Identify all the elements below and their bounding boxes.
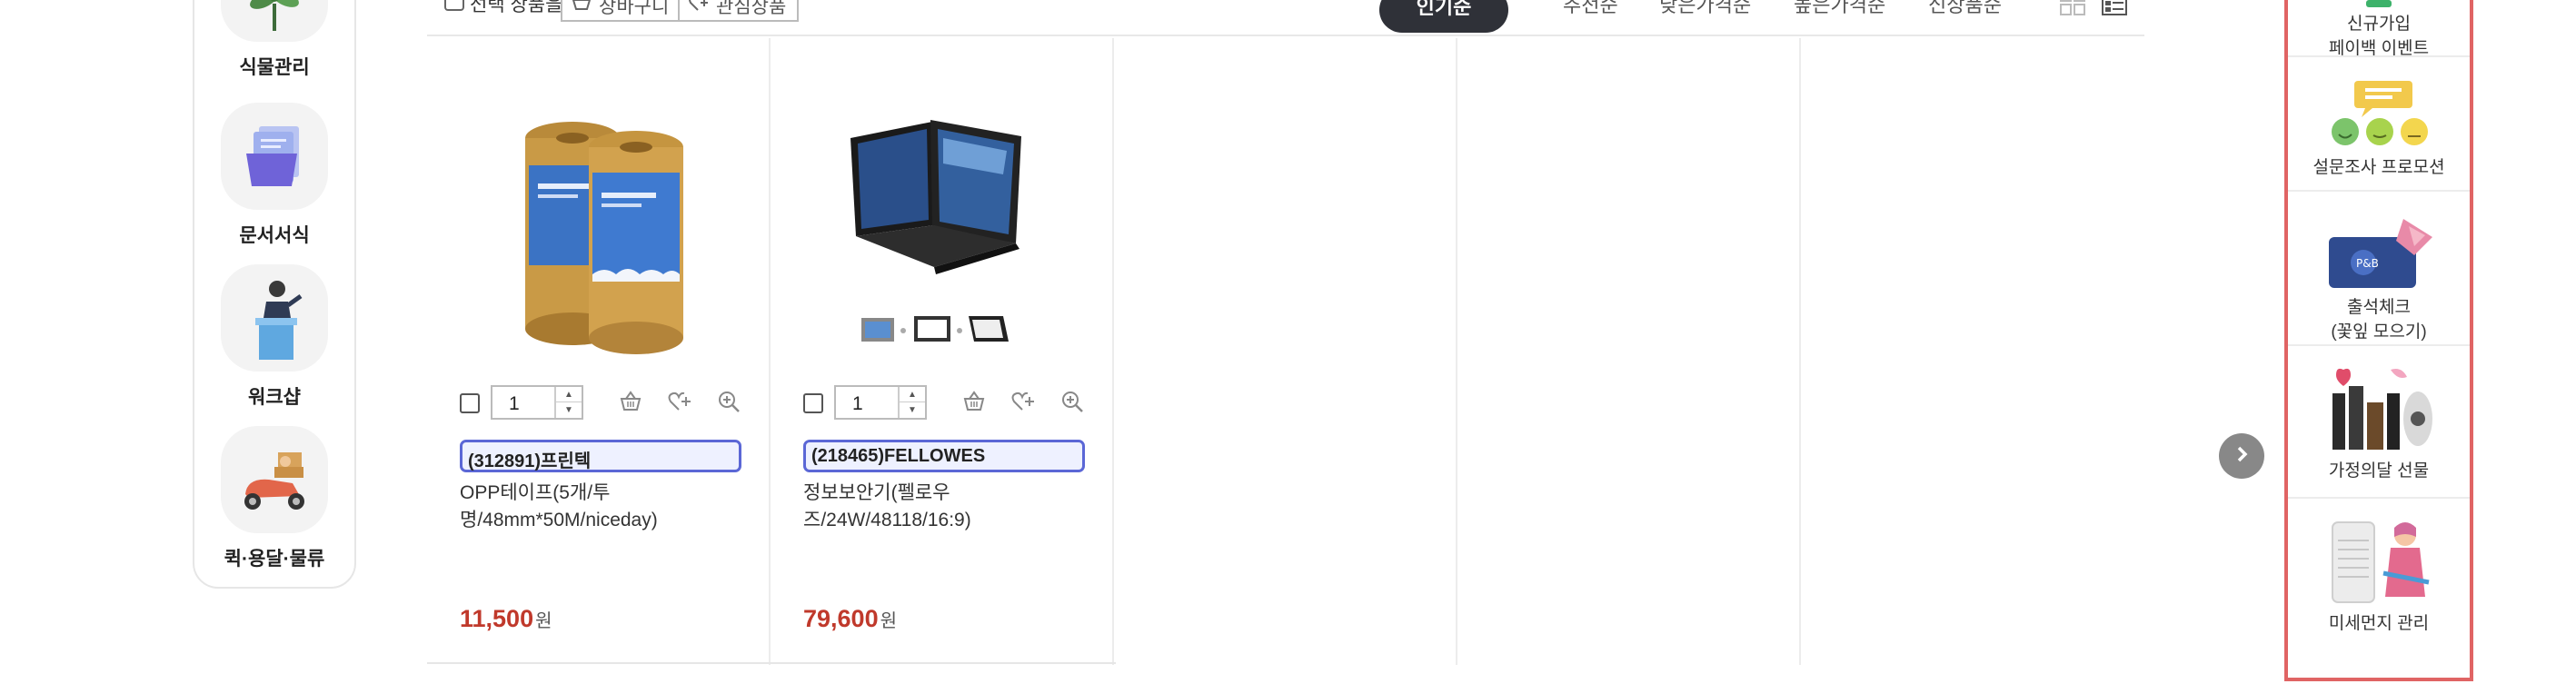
zoom-in-icon[interactable] — [716, 389, 741, 414]
quantity-stepper[interactable]: 1 ▲ ▼ — [491, 385, 583, 420]
product-image[interactable] — [798, 65, 1087, 365]
product-price: 79,600 원 — [803, 605, 897, 633]
grid-view-icon[interactable] — [2059, 0, 2086, 16]
product-price: 11,500 원 — [460, 605, 552, 633]
category-panel: 식물관리 문서서식 워크샵 퀵·용달·물류 — [193, 0, 356, 589]
signup-gift-icon — [2366, 0, 2392, 7]
quantity-decrease-button[interactable]: ▼ — [556, 402, 582, 418]
promo-family-month-gift[interactable]: 가정의달 선물 — [2288, 348, 2470, 499]
price-value: 11,500 — [460, 605, 534, 632]
survey-faces-icon — [2332, 81, 2428, 145]
promo-subtitle: 페이백 이벤트 — [2328, 39, 2430, 58]
sort-option-new[interactable]: 신상품순 — [1928, 0, 2002, 18]
promo-signup-payback[interactable]: 신규가입 페이백 이벤트 — [2288, 0, 2470, 58]
category-label: 문서서식 — [239, 225, 310, 246]
document-forms-icon — [221, 103, 328, 210]
select-all-checkbox[interactable] — [444, 0, 464, 11]
product-image[interactable] — [454, 65, 743, 365]
quantity-increase-button[interactable]: ▲ — [900, 387, 925, 402]
zoom-in-icon[interactable] — [1059, 389, 1085, 414]
quantity-increase-button[interactable]: ▲ — [556, 387, 582, 402]
promo-title: 미세먼지 관리 — [2328, 614, 2430, 633]
category-item-plants[interactable]: 식물관리 — [194, 0, 354, 80]
product-name[interactable]: OPP테이프(5개/투명/48mm*50M/niceday) — [460, 480, 741, 534]
sort-option-recommended[interactable]: 추천순 — [1563, 0, 1618, 18]
cart-button-label: 장바구니 — [599, 0, 670, 17]
promo-survey[interactable]: 설문조사 프로모션 — [2288, 59, 2470, 192]
list-view-icon[interactable] — [2101, 0, 2128, 16]
promo-title: 가정의달 선물 — [2328, 461, 2430, 481]
quantity-decrease-button[interactable]: ▼ — [900, 402, 925, 418]
product-card: 1 ▲ ▼ (218465)FELLOWES 정보보안기(펠로우즈/24W/48… — [771, 38, 1114, 661]
category-item-delivery[interactable]: 퀵·용달·물류 — [194, 426, 354, 571]
plant-icon — [221, 0, 328, 42]
wishlist-button-label: 관심상품 — [716, 0, 787, 17]
select-label: 선택 상품을 — [470, 0, 563, 15]
category-item-documents[interactable]: 문서서식 — [194, 103, 354, 248]
delivery-scooter-icon — [221, 426, 328, 533]
add-to-wishlist-button[interactable]: 관심상품 — [678, 0, 800, 22]
sort-option-high-price[interactable]: 높은가격순 — [1794, 0, 1885, 18]
column-divider — [1799, 38, 1801, 665]
quantity-value[interactable]: 1 — [509, 393, 520, 415]
product-name[interactable]: 정보보안기(펠로우즈/24W/48118/16:9) — [803, 480, 1085, 534]
category-item-workshop[interactable]: 워크샵 — [194, 264, 354, 410]
product-card: 1 ▲ ▼ (312891)프린텍 OPP테이프(5개/투명/48mm*50M/… — [427, 38, 771, 661]
attendance-card-icon: P&B — [2329, 219, 2432, 288]
promo-title: 신규가입 — [2347, 15, 2411, 34]
air-purifier-icon — [2332, 521, 2430, 603]
grid-bottom-border — [427, 662, 1116, 664]
quantity-spinner: ▲ ▼ — [554, 387, 582, 418]
quantity-value[interactable]: 1 — [852, 393, 863, 415]
product-list-toolbar: 선택 상품을 장바구니 관심상품 인기순 추천순 낮은가격순 높은가격순 신상품… — [427, 0, 2144, 36]
product-code[interactable]: (218465)FELLOWES — [803, 440, 1085, 472]
gift-set-icon — [2332, 368, 2432, 450]
product-controls: 1 ▲ ▼ — [460, 385, 751, 421]
promo-fine-dust-care[interactable]: 미세먼지 관리 — [2288, 501, 2470, 651]
promotion-sidebar: 신규가입 페이백 이벤트 설문조사 프로모션 P&B 출석체크 (꽃잎 모으기) — [2284, 0, 2473, 681]
cart-icon[interactable] — [618, 389, 643, 414]
promo-attendance-check[interactable]: P&B 출석체크 (꽃잎 모으기) — [2288, 193, 2470, 346]
heart-plus-icon — [689, 0, 709, 17]
category-label: 퀵·용달·물류 — [224, 549, 325, 570]
workshop-presenter-icon — [221, 264, 328, 372]
sort-option-popular[interactable]: 인기순 — [1379, 0, 1508, 33]
add-to-cart-button[interactable]: 장바구니 — [561, 0, 682, 22]
category-label: 식물관리 — [239, 57, 310, 78]
wishlist-heart-icon[interactable] — [1010, 389, 1036, 414]
wishlist-heart-icon[interactable] — [667, 389, 692, 414]
currency-unit: 원 — [535, 611, 552, 631]
chevron-right-icon — [2232, 444, 2252, 469]
promo-title: 설문조사 프로모션 — [2312, 158, 2445, 177]
product-code[interactable]: (312891)프린텍 — [460, 440, 741, 472]
svg-text:P&B: P&B — [2356, 257, 2379, 270]
promo-title: 출석체크 — [2347, 298, 2411, 317]
sort-option-low-price[interactable]: 낮은가격순 — [1659, 0, 1751, 18]
currency-unit: 원 — [880, 611, 897, 631]
category-label: 워크샵 — [248, 387, 301, 408]
next-page-button[interactable] — [2219, 433, 2264, 479]
product-select-checkbox[interactable] — [803, 393, 823, 413]
product-select-checkbox[interactable] — [460, 393, 480, 413]
price-value: 79,600 — [803, 605, 879, 632]
column-divider — [1456, 38, 1457, 665]
basket-icon — [572, 0, 592, 16]
product-controls: 1 ▲ ▼ — [803, 385, 1094, 421]
cart-icon[interactable] — [961, 389, 987, 414]
promo-subtitle: (꽃잎 모으기) — [2331, 322, 2427, 342]
product-grid: 1 ▲ ▼ (312891)프린텍 OPP테이프(5개/투명/48mm*50M/… — [427, 38, 2144, 665]
quantity-stepper[interactable]: 1 ▲ ▼ — [834, 385, 927, 420]
quantity-spinner: ▲ ▼ — [898, 387, 925, 418]
